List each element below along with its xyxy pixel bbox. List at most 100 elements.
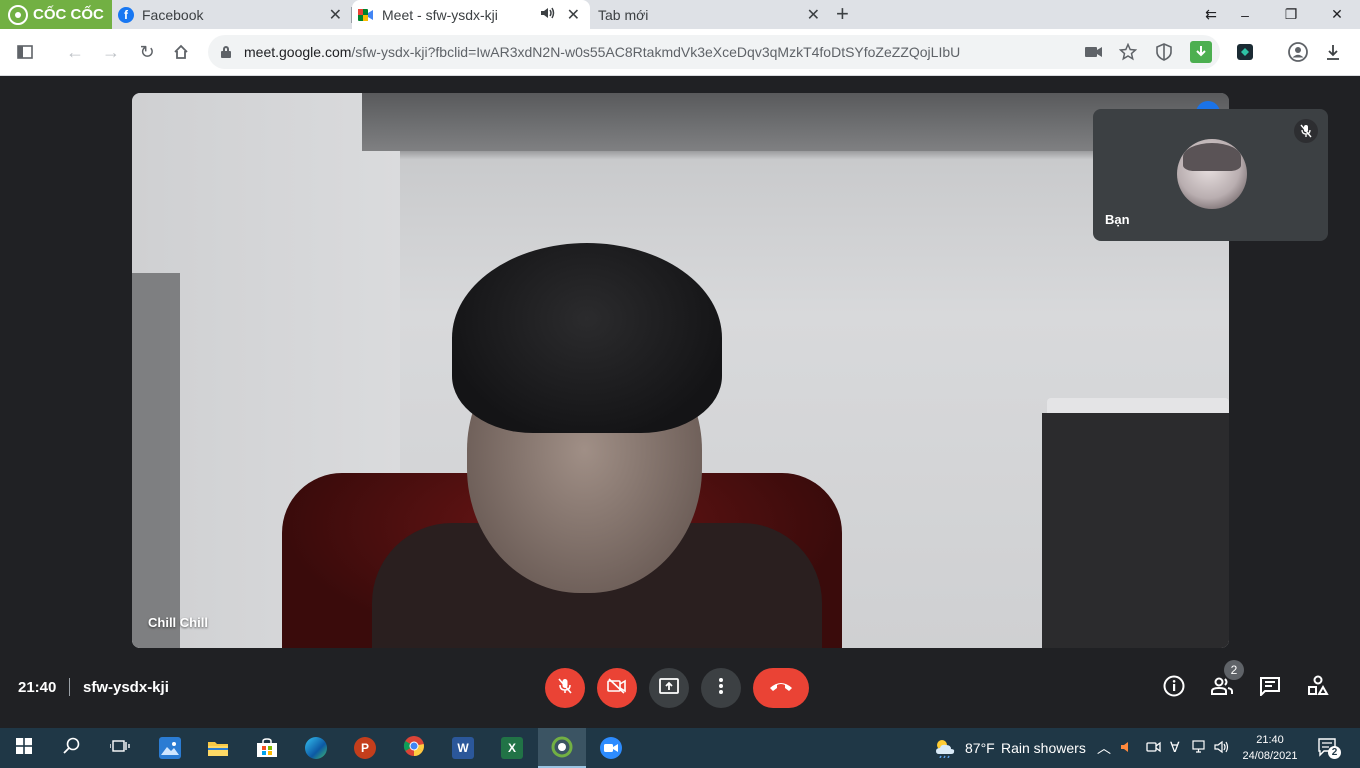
microphone-toggle-button[interactable] — [545, 668, 585, 708]
close-icon[interactable]: ✕ — [807, 5, 820, 25]
minimize-icon[interactable]: – — [1222, 0, 1268, 29]
task-view-button[interactable] — [96, 728, 144, 768]
powerpoint-icon: P — [354, 737, 376, 759]
address-bar[interactable]: meet.google.com/sfw-ysdx-kji?fbclid=IwAR… — [208, 35, 1220, 69]
main-video-tile[interactable]: Chill Chill — [132, 93, 1229, 648]
system-clock[interactable]: 21:40 24/08/2021 — [1236, 732, 1304, 764]
meeting-details-button[interactable] — [1160, 674, 1188, 702]
speaker-icon[interactable] — [540, 6, 556, 23]
back-icon[interactable]: ← — [62, 39, 88, 65]
close-icon[interactable]: ✕ — [567, 5, 580, 25]
hang-up-icon — [768, 679, 794, 697]
chevron-up-icon[interactable]: ︿ — [1097, 738, 1111, 758]
taskbar-edge[interactable] — [292, 728, 340, 768]
browser-toolbar: ← → ↻ meet.google.com/sfw-ysdx-kji?fbcli… — [0, 29, 1360, 76]
sidebar-toggle-icon[interactable] — [12, 39, 38, 65]
participant-hair — [452, 243, 722, 433]
close-icon[interactable]: ✕ — [329, 5, 342, 25]
coc-coc-logo[interactable]: CỐC CỐC — [0, 0, 112, 29]
participant-count-badge: 2 — [1224, 660, 1244, 680]
present-screen-button[interactable] — [649, 668, 689, 708]
coc-coc-icon — [551, 736, 573, 758]
chrome-icon — [403, 735, 425, 762]
facebook-icon: f — [118, 6, 134, 23]
taskbar-photos[interactable] — [146, 728, 194, 768]
network-icon[interactable] — [1192, 740, 1208, 759]
taskbar-coc-coc[interactable] — [538, 728, 586, 768]
video-background — [132, 273, 180, 648]
forward-icon[interactable]: → — [98, 39, 124, 65]
tab-facebook[interactable]: f Facebook ✕ — [112, 0, 352, 29]
divider — [69, 678, 70, 696]
meeting-time: 21:40 — [18, 679, 57, 696]
meet-stage: Chill Chill Bạn 21:40 sfw-ysdx-kji 2 — [0, 77, 1360, 729]
download-green-icon[interactable] — [1190, 41, 1212, 63]
more-vertical-icon — [718, 677, 724, 700]
task-view-icon — [109, 738, 130, 759]
taskbar-file-explorer[interactable] — [194, 728, 242, 768]
more-options-button[interactable] — [701, 668, 741, 708]
video-background — [1042, 413, 1229, 648]
meeting-code: sfw-ysdx-kji — [83, 679, 169, 696]
chat-button[interactable] — [1256, 674, 1284, 702]
home-icon[interactable] — [168, 39, 194, 65]
activities-button[interactable] — [1304, 674, 1332, 702]
tab-new[interactable]: Tab mới ✕ — [590, 0, 830, 29]
volume-icon[interactable] — [1214, 740, 1230, 759]
camera-in-use-icon[interactable] — [1084, 42, 1104, 62]
self-name: Bạn — [1105, 212, 1130, 227]
downloads-icon[interactable] — [1320, 39, 1346, 65]
shield-icon[interactable] — [1154, 42, 1174, 62]
weather-icon[interactable] — [933, 738, 957, 763]
leave-call-button[interactable] — [753, 668, 809, 708]
window-close-icon[interactable]: ✕ — [1314, 0, 1360, 29]
new-tab-plus-icon[interactable]: + — [836, 2, 849, 26]
taskbar-excel[interactable]: X — [488, 728, 536, 768]
folder-icon — [207, 737, 229, 759]
url-host: meet.google.com — [244, 44, 352, 60]
mic-off-icon — [556, 677, 574, 700]
start-button[interactable] — [0, 728, 48, 768]
camera-off-icon — [607, 677, 627, 699]
taskbar-zoom[interactable] — [587, 728, 635, 768]
photos-icon — [159, 737, 181, 759]
participant-name: Chill Chill — [148, 615, 208, 630]
camera-tray-icon[interactable] — [1146, 740, 1162, 759]
coc-coc-icon — [8, 4, 28, 25]
meet-control-bar: 21:40 sfw-ysdx-kji 2 — [0, 660, 1360, 716]
edge-icon — [305, 737, 327, 759]
word-icon: W — [452, 737, 474, 759]
taskbar-word[interactable]: W — [439, 728, 487, 768]
camera-toggle-button[interactable] — [597, 668, 637, 708]
mic-off-icon — [1294, 119, 1318, 143]
taskbar-chrome[interactable] — [390, 728, 438, 768]
windows-taskbar: P W X 87°F Rain showers ︿ ∀ 21:40 24/08/… — [0, 728, 1360, 768]
store-icon — [256, 737, 278, 759]
tab-strip: CỐC CỐC f Facebook ✕ Meet - sfw-ysdx-kji… — [0, 0, 1360, 29]
people-icon — [1210, 677, 1234, 700]
extension-icon[interactable] — [1232, 39, 1258, 65]
taskbar-powerpoint[interactable]: P — [341, 728, 389, 768]
notification-center-button[interactable]: 2 — [1318, 738, 1341, 759]
maximize-icon[interactable]: ❐ — [1268, 0, 1314, 29]
clock-time: 21:40 — [1256, 734, 1284, 746]
weather-temperature[interactable]: 87°F — [965, 740, 995, 756]
chat-icon — [1259, 676, 1281, 701]
self-view-tile[interactable]: Bạn — [1093, 109, 1328, 241]
search-button[interactable] — [48, 728, 96, 768]
tab-title: Meet - sfw-ysdx-kji — [382, 6, 498, 23]
avatar — [1177, 139, 1247, 209]
taskbar-microsoft-store[interactable] — [243, 728, 291, 768]
bookmark-star-icon[interactable] — [1118, 42, 1138, 62]
vpn-icon[interactable]: ∀ — [1170, 739, 1180, 756]
weather-description[interactable]: Rain showers — [1001, 740, 1086, 756]
windows-icon — [16, 737, 32, 759]
info-icon — [1163, 675, 1185, 702]
tab-meet[interactable]: Meet - sfw-ysdx-kji ✕ — [352, 0, 590, 29]
speaker-muted-icon[interactable] — [1120, 740, 1134, 759]
lock-icon[interactable] — [220, 46, 232, 58]
profile-icon[interactable] — [1285, 39, 1311, 65]
reload-icon[interactable]: ↻ — [134, 39, 160, 65]
notification-count-badge: 2 — [1328, 746, 1341, 759]
excel-icon: X — [501, 737, 523, 759]
